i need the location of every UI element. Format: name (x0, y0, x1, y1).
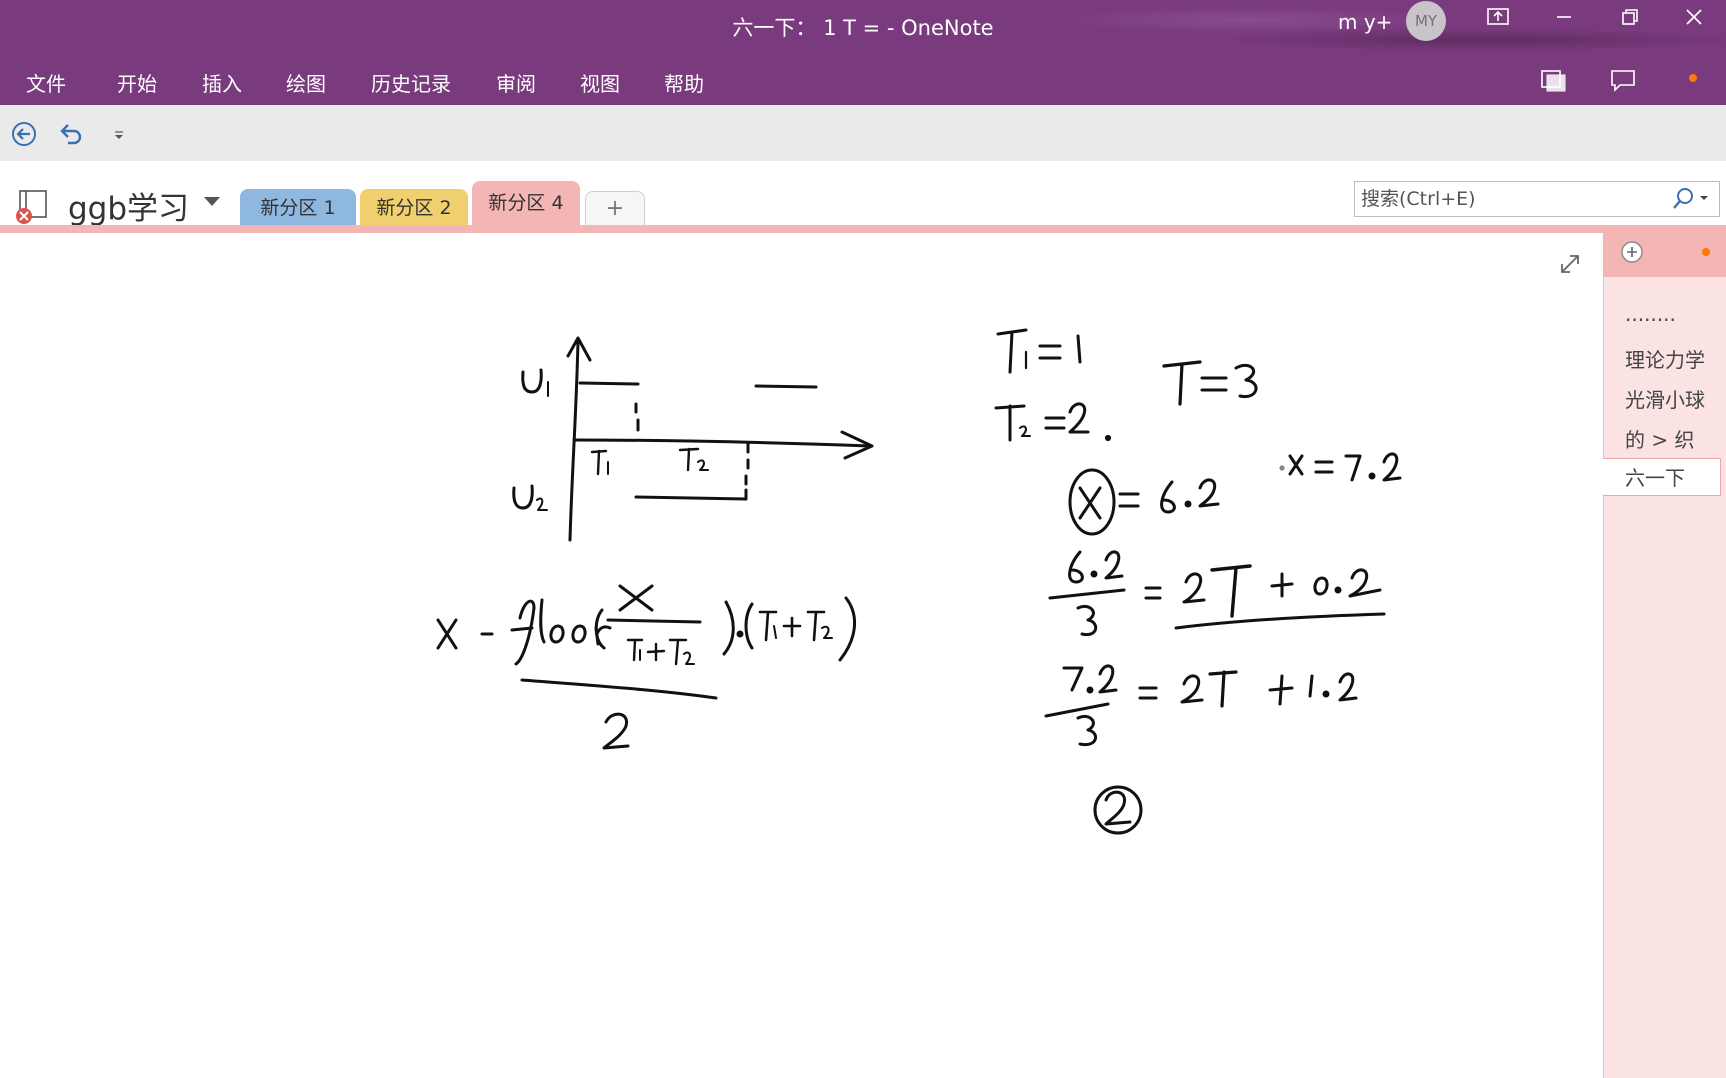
ink-dashed-1 (634, 402, 640, 432)
ink-x-axis (572, 438, 872, 448)
page-item-1[interactable]: ........ (1625, 302, 1676, 326)
ink-u1-u (521, 368, 543, 394)
ink-denominator-2 (602, 712, 630, 750)
ink-u2-u (512, 484, 534, 510)
page-item-2[interactable]: 理论力学 (1625, 344, 1705, 373)
ink-u2-line (634, 495, 748, 501)
ink-u1-line-1 (578, 381, 640, 386)
ink-u1-line-2 (754, 384, 818, 389)
page-item-selected[interactable]: 六一下 (1603, 458, 1721, 496)
page-item-4[interactable]: 的 > 织 (1625, 424, 1694, 453)
ink-paren-close (722, 600, 735, 656)
page-notification-dot (1702, 248, 1710, 256)
ink-f (510, 599, 536, 666)
ink-main-fraction-bar (520, 678, 718, 700)
page-item-3[interactable]: 光滑小球 (1625, 384, 1705, 413)
ink-fraction-bar (606, 618, 702, 624)
ink-underline (1174, 612, 1386, 630)
ink-x-num (618, 584, 654, 612)
ink-paren-close-2 (838, 596, 857, 662)
ink-drawing (436, 328, 1402, 835)
add-page-icon[interactable] (1620, 240, 1644, 264)
ink-dashed-2 (744, 442, 750, 500)
ink-x (436, 618, 458, 650)
